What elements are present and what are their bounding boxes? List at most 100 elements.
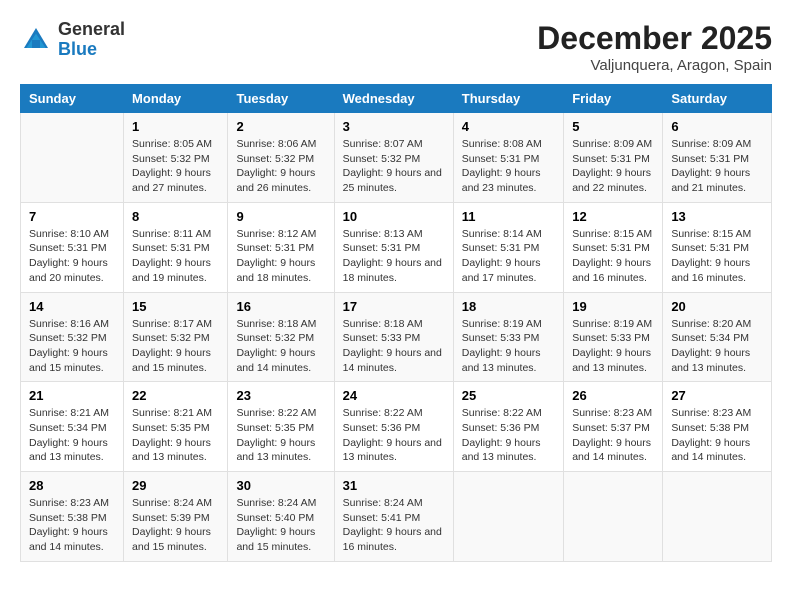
day-info: Sunrise: 8:24 AMSunset: 5:39 PMDaylight:… <box>132 496 219 555</box>
week-row: 14Sunrise: 8:16 AMSunset: 5:32 PMDayligh… <box>21 292 772 382</box>
day-number: 2 <box>236 119 325 134</box>
day-cell: 15Sunrise: 8:17 AMSunset: 5:32 PMDayligh… <box>124 292 228 382</box>
day-cell: 11Sunrise: 8:14 AMSunset: 5:31 PMDayligh… <box>453 202 563 292</box>
day-number: 22 <box>132 388 219 403</box>
day-cell <box>453 472 563 562</box>
day-number: 18 <box>462 299 555 314</box>
day-cell: 13 Sunrise: 8:15 AMSunset: 5:31 PMDayligh… <box>663 202 772 292</box>
day-info: Sunrise: 8:07 AMSunset: 5:32 PMDaylight:… <box>343 137 445 196</box>
day-cell: 25Sunrise: 8:22 AMSunset: 5:36 PMDayligh… <box>453 382 563 472</box>
day-number: 29 <box>132 478 219 493</box>
day-cell: 17 Sunrise: 8:18 AMSunset: 5:33 PMDayligh… <box>334 292 453 382</box>
day-info: Sunrise: 8:18 AMSunset: 5:33 PMDaylight:… <box>343 317 445 376</box>
day-number: 20 <box>671 299 763 314</box>
day-info: Sunrise: 8:21 AMSunset: 5:35 PMDaylight:… <box>132 406 219 465</box>
day-info: Sunrise: 8:24 AMSunset: 5:41 PMDaylight:… <box>343 496 445 555</box>
week-row: 1 Sunrise: 8:05 AMSunset: 5:32 PMDaylight… <box>21 113 772 203</box>
day-cell: 19Sunrise: 8:19 AMSunset: 5:33 PMDayligh… <box>564 292 663 382</box>
day-info: Sunrise: 8:14 AMSunset: 5:31 PMDaylight:… <box>462 227 555 286</box>
day-cell: 6Sunrise: 8:09 AMSunset: 5:31 PMDaylight… <box>663 113 772 203</box>
day-info: Sunrise: 8:11 AMSunset: 5:31 PMDaylight:… <box>132 227 219 286</box>
day-number: 26 <box>572 388 654 403</box>
day-cell: 31 Sunrise: 8:24 AMSunset: 5:41 PMDayligh… <box>334 472 453 562</box>
day-info: Sunrise: 8:19 AMSunset: 5:33 PMDaylight:… <box>462 317 555 376</box>
header-day: Tuesday <box>228 85 334 113</box>
day-number: 25 <box>462 388 555 403</box>
header-day: Friday <box>564 85 663 113</box>
logo-icon <box>20 24 52 56</box>
day-cell <box>21 113 124 203</box>
day-info: Sunrise: 8:08 AMSunset: 5:31 PMDaylight:… <box>462 137 555 196</box>
day-info: Sunrise: 8:23 AMSunset: 5:38 PMDaylight:… <box>29 496 115 555</box>
header-day: Wednesday <box>334 85 453 113</box>
day-info: Sunrise: 8:10 AMSunset: 5:31 PMDaylight:… <box>29 227 115 286</box>
day-number: 13 <box>671 209 763 224</box>
day-cell <box>564 472 663 562</box>
day-cell: 24 Sunrise: 8:22 AMSunset: 5:36 PMDayligh… <box>334 382 453 472</box>
day-cell: 4 Sunrise: 8:08 AMSunset: 5:31 PMDaylight… <box>453 113 563 203</box>
day-number: 27 <box>671 388 763 403</box>
logo-general: General <box>58 19 125 39</box>
week-row: 21 Sunrise: 8:21 AMSunset: 5:34 PMDayligh… <box>21 382 772 472</box>
day-number: 17 <box>343 299 445 314</box>
header-day: Saturday <box>663 85 772 113</box>
day-cell: 9 Sunrise: 8:12 AMSunset: 5:31 PMDaylight… <box>228 202 334 292</box>
day-number: 19 <box>572 299 654 314</box>
day-cell: 28Sunrise: 8:23 AMSunset: 5:38 PMDayligh… <box>21 472 124 562</box>
day-number: 6 <box>671 119 763 134</box>
header-row: SundayMondayTuesdayWednesdayThursdayFrid… <box>21 85 772 113</box>
day-number: 10 <box>343 209 445 224</box>
day-cell: 18 Sunrise: 8:19 AMSunset: 5:33 PMDayligh… <box>453 292 563 382</box>
day-cell: 8 Sunrise: 8:11 AMSunset: 5:31 PMDaylight… <box>124 202 228 292</box>
day-info: Sunrise: 8:24 AMSunset: 5:40 PMDaylight:… <box>236 496 325 555</box>
day-cell: 20Sunrise: 8:20 AMSunset: 5:34 PMDayligh… <box>663 292 772 382</box>
day-number: 23 <box>236 388 325 403</box>
logo-text: General Blue <box>58 20 125 60</box>
day-cell: 30 Sunrise: 8:24 AMSunset: 5:40 PMDayligh… <box>228 472 334 562</box>
day-cell: 2 Sunrise: 8:06 AMSunset: 5:32 PMDaylight… <box>228 113 334 203</box>
day-number: 5 <box>572 119 654 134</box>
day-number: 30 <box>236 478 325 493</box>
day-info: Sunrise: 8:21 AMSunset: 5:34 PMDaylight:… <box>29 406 115 465</box>
day-number: 4 <box>462 119 555 134</box>
day-info: Sunrise: 8:23 AMSunset: 5:37 PMDaylight:… <box>572 406 654 465</box>
day-number: 31 <box>343 478 445 493</box>
day-info: Sunrise: 8:09 AMSunset: 5:31 PMDaylight:… <box>572 137 654 196</box>
day-cell: 23 Sunrise: 8:22 AMSunset: 5:35 PMDayligh… <box>228 382 334 472</box>
header-day: Thursday <box>453 85 563 113</box>
day-cell: 21 Sunrise: 8:21 AMSunset: 5:34 PMDayligh… <box>21 382 124 472</box>
day-number: 24 <box>343 388 445 403</box>
day-info: Sunrise: 8:23 AMSunset: 5:38 PMDaylight:… <box>671 406 763 465</box>
day-number: 9 <box>236 209 325 224</box>
day-info: Sunrise: 8:05 AMSunset: 5:32 PMDaylight:… <box>132 137 219 196</box>
day-number: 12 <box>572 209 654 224</box>
day-info: Sunrise: 8:18 AMSunset: 5:32 PMDaylight:… <box>236 317 325 376</box>
day-number: 16 <box>236 299 325 314</box>
day-info: Sunrise: 8:12 AMSunset: 5:31 PMDaylight:… <box>236 227 325 286</box>
day-info: Sunrise: 8:15 AMSunset: 5:31 PMDaylight:… <box>671 227 763 286</box>
day-info: Sunrise: 8:13 AMSunset: 5:31 PMDaylight:… <box>343 227 445 286</box>
day-info: Sunrise: 8:22 AMSunset: 5:35 PMDaylight:… <box>236 406 325 465</box>
day-info: Sunrise: 8:15 AMSunset: 5:31 PMDaylight:… <box>572 227 654 286</box>
day-number: 3 <box>343 119 445 134</box>
calendar-table: SundayMondayTuesdayWednesdayThursdayFrid… <box>20 84 772 562</box>
day-cell: 16 Sunrise: 8:18 AMSunset: 5:32 PMDayligh… <box>228 292 334 382</box>
header-day: Sunday <box>21 85 124 113</box>
logo: General Blue <box>20 20 125 60</box>
day-number: 1 <box>132 119 219 134</box>
day-number: 15 <box>132 299 219 314</box>
day-info: Sunrise: 8:06 AMSunset: 5:32 PMDaylight:… <box>236 137 325 196</box>
day-cell: 27 Sunrise: 8:23 AMSunset: 5:38 PMDayligh… <box>663 382 772 472</box>
day-info: Sunrise: 8:22 AMSunset: 5:36 PMDaylight:… <box>343 406 445 465</box>
logo-blue: Blue <box>58 39 97 59</box>
week-row: 28Sunrise: 8:23 AMSunset: 5:38 PMDayligh… <box>21 472 772 562</box>
day-cell: 7 Sunrise: 8:10 AMSunset: 5:31 PMDaylight… <box>21 202 124 292</box>
day-number: 7 <box>29 209 115 224</box>
day-cell: 1 Sunrise: 8:05 AMSunset: 5:32 PMDaylight… <box>124 113 228 203</box>
week-row: 7 Sunrise: 8:10 AMSunset: 5:31 PMDaylight… <box>21 202 772 292</box>
day-cell: 26 Sunrise: 8:23 AMSunset: 5:37 PMDayligh… <box>564 382 663 472</box>
day-number: 8 <box>132 209 219 224</box>
day-number: 14 <box>29 299 115 314</box>
page-header: General Blue December 2025 Valjunquera, … <box>20 20 772 74</box>
day-number: 21 <box>29 388 115 403</box>
